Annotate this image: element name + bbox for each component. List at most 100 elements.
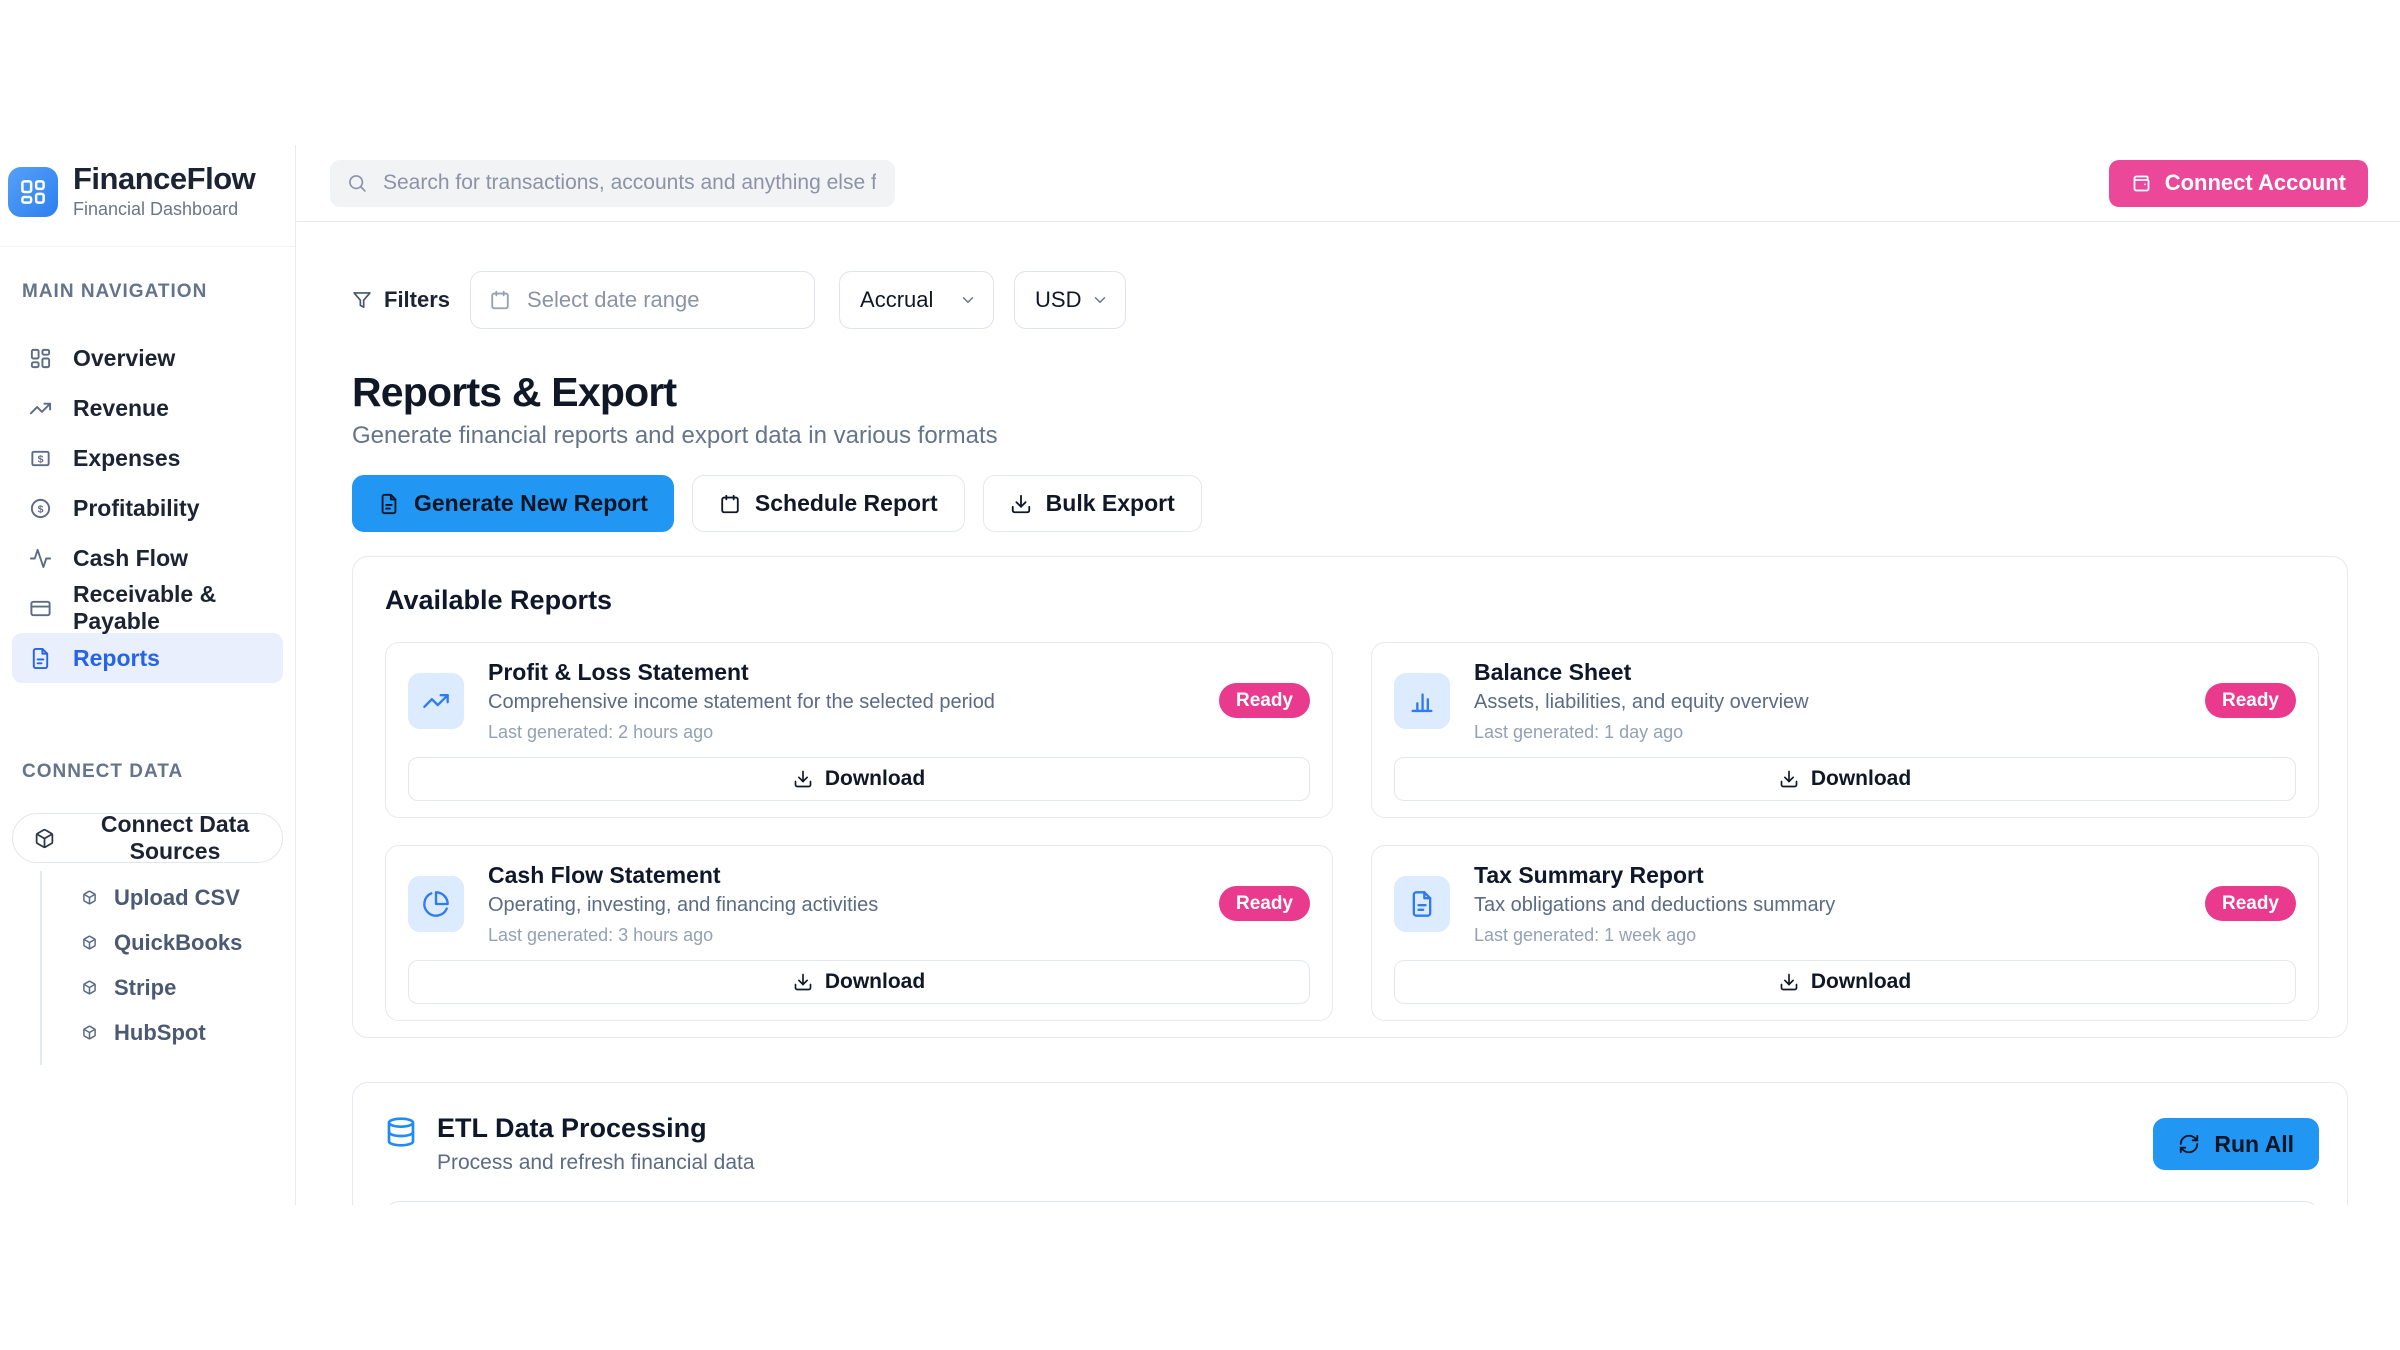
sidebar-item-profitability[interactable]: $ Profitability [12,483,283,533]
box-icon [82,935,97,950]
source-item-label: Upload CSV [114,885,240,911]
accounting-basis-select[interactable]: Accrual [839,271,994,329]
download-icon [793,769,813,789]
sidebar-item-label: Cash Flow [73,545,188,572]
sidebar-item-label: Expenses [73,445,180,472]
date-range-placeholder: Select date range [527,287,699,313]
activity-icon [29,547,52,570]
report-card-info: Balance Sheet Assets, liabilities, and e… [1474,659,1809,743]
download-button[interactable]: Download [408,960,1310,1004]
svg-text:$: $ [38,503,44,515]
filters-label: Filters [384,287,450,313]
report-last-generated: Last generated: 1 day ago [1474,722,1809,743]
calendar-icon [719,493,741,515]
sidebar-item-expenses[interactable]: $ Expenses [12,433,283,483]
report-title: Balance Sheet [1474,659,1809,685]
run-all-label: Run All [2214,1131,2294,1158]
main-area: Connect Account Filters Select date rang… [296,145,2400,1205]
report-card-info: Profit & Loss Statement Comprehensive in… [488,659,995,743]
download-button[interactable]: Download [1394,757,2296,801]
dashboard-grid-icon [18,177,48,207]
page-header: Reports & Export Generate financial repo… [352,371,2348,450]
banknote-icon: $ [29,447,52,470]
connect-data-sources-label: Connect Data Sources [74,811,276,865]
connect-data-sources-button[interactable]: Connect Data Sources [12,813,283,863]
status-badge: Ready [2205,683,2296,718]
circle-dollar-icon: $ [29,497,52,520]
source-item-label: HubSpot [114,1020,206,1046]
box-icon [34,828,55,849]
sidebar-item-label: Profitability [73,495,200,522]
report-icon-box [1394,876,1450,932]
currency-value: USD [1035,287,1081,313]
report-card-top: Profit & Loss Statement Comprehensive in… [408,659,1310,743]
box-icon [82,890,97,905]
download-label: Download [825,767,925,791]
download-button[interactable]: Download [408,757,1310,801]
funnel-icon [352,290,372,310]
generate-new-report-label: Generate New Report [414,490,648,517]
filters-toggle[interactable]: Filters [352,287,450,313]
file-text-icon [378,493,400,515]
main-nav-label: MAIN NAVIGATION [22,281,283,303]
sidebar-item-overview[interactable]: Overview [12,333,283,383]
filters-row: Filters Select date range Accrual USD [352,271,2348,329]
date-range-input[interactable]: Select date range [470,271,815,329]
download-icon [1779,972,1799,992]
svg-text:$: $ [38,453,44,465]
report-description: Operating, investing, and financing acti… [488,894,878,917]
refresh-icon [2178,1133,2200,1155]
database-icon [385,1116,417,1148]
bulk-export-button[interactable]: Bulk Export [983,475,1202,532]
generate-new-report-button[interactable]: Generate New Report [352,475,674,532]
schedule-report-button[interactable]: Schedule Report [692,475,965,532]
etl-job-card [385,1201,2319,1205]
download-icon [793,972,813,992]
search-input[interactable] [381,170,878,196]
file-text-icon [29,647,52,670]
trending-up-icon [422,687,450,715]
connect-account-button[interactable]: Connect Account [2109,160,2368,207]
sidebar-item-revenue[interactable]: Revenue [12,383,283,433]
download-button[interactable]: Download [1394,960,2296,1004]
report-last-generated: Last generated: 2 hours ago [488,722,995,743]
source-item-stripe[interactable]: Stripe [42,965,283,1010]
report-card-balance-sheet: Balance Sheet Assets, liabilities, and e… [1371,642,2319,818]
report-card-info: Tax Summary Report Tax obligations and d… [1474,862,1835,946]
etl-title-group: ETL Data Processing Process and refresh … [385,1113,755,1175]
available-reports-title: Available Reports [385,585,2319,616]
main-navigation: MAIN NAVIGATION Overview Revenue $ Expen… [0,247,295,683]
download-icon [1010,493,1032,515]
page-title: Reports & Export [352,371,2348,414]
report-card-cash-flow: Cash Flow Statement Operating, investing… [385,845,1333,1021]
report-card-top: Cash Flow Statement Operating, investing… [408,862,1310,946]
box-icon [82,980,97,995]
sidebar-item-reports[interactable]: Reports [12,633,283,683]
etl-text: ETL Data Processing Process and refresh … [437,1113,755,1175]
report-last-generated: Last generated: 1 week ago [1474,925,1835,946]
run-all-button[interactable]: Run All [2153,1118,2319,1170]
etl-panel: ETL Data Processing Process and refresh … [352,1082,2348,1205]
sidebar-item-cash-flow[interactable]: Cash Flow [12,533,283,583]
page-content: Filters Select date range Accrual USD Re… [296,222,2400,1205]
trending-up-icon [29,397,52,420]
source-item-quickbooks[interactable]: QuickBooks [42,920,283,965]
source-item-hubspot[interactable]: HubSpot [42,1010,283,1055]
sidebar-item-receivable-payable[interactable]: Receivable & Payable [12,583,283,633]
report-icon-box [1394,673,1450,729]
report-card-info: Cash Flow Statement Operating, investing… [488,862,878,946]
box-icon [82,1025,97,1040]
sidebar-item-label: Overview [73,345,175,372]
search-icon [347,173,367,193]
reports-grid: Profit & Loss Statement Comprehensive in… [385,642,2319,1021]
report-card-top: Balance Sheet Assets, liabilities, and e… [1394,659,2296,743]
etl-subtitle: Process and refresh financial data [437,1151,755,1175]
brand-name: FinanceFlow [73,163,255,196]
source-item-upload-csv[interactable]: Upload CSV [42,875,283,920]
connect-account-label: Connect Account [2165,170,2346,196]
credit-card-icon [29,597,52,620]
download-label: Download [825,970,925,994]
pie-chart-icon [422,890,450,918]
actions-row: Generate New Report Schedule Report Bulk… [352,475,2348,532]
currency-select[interactable]: USD [1014,271,1126,329]
